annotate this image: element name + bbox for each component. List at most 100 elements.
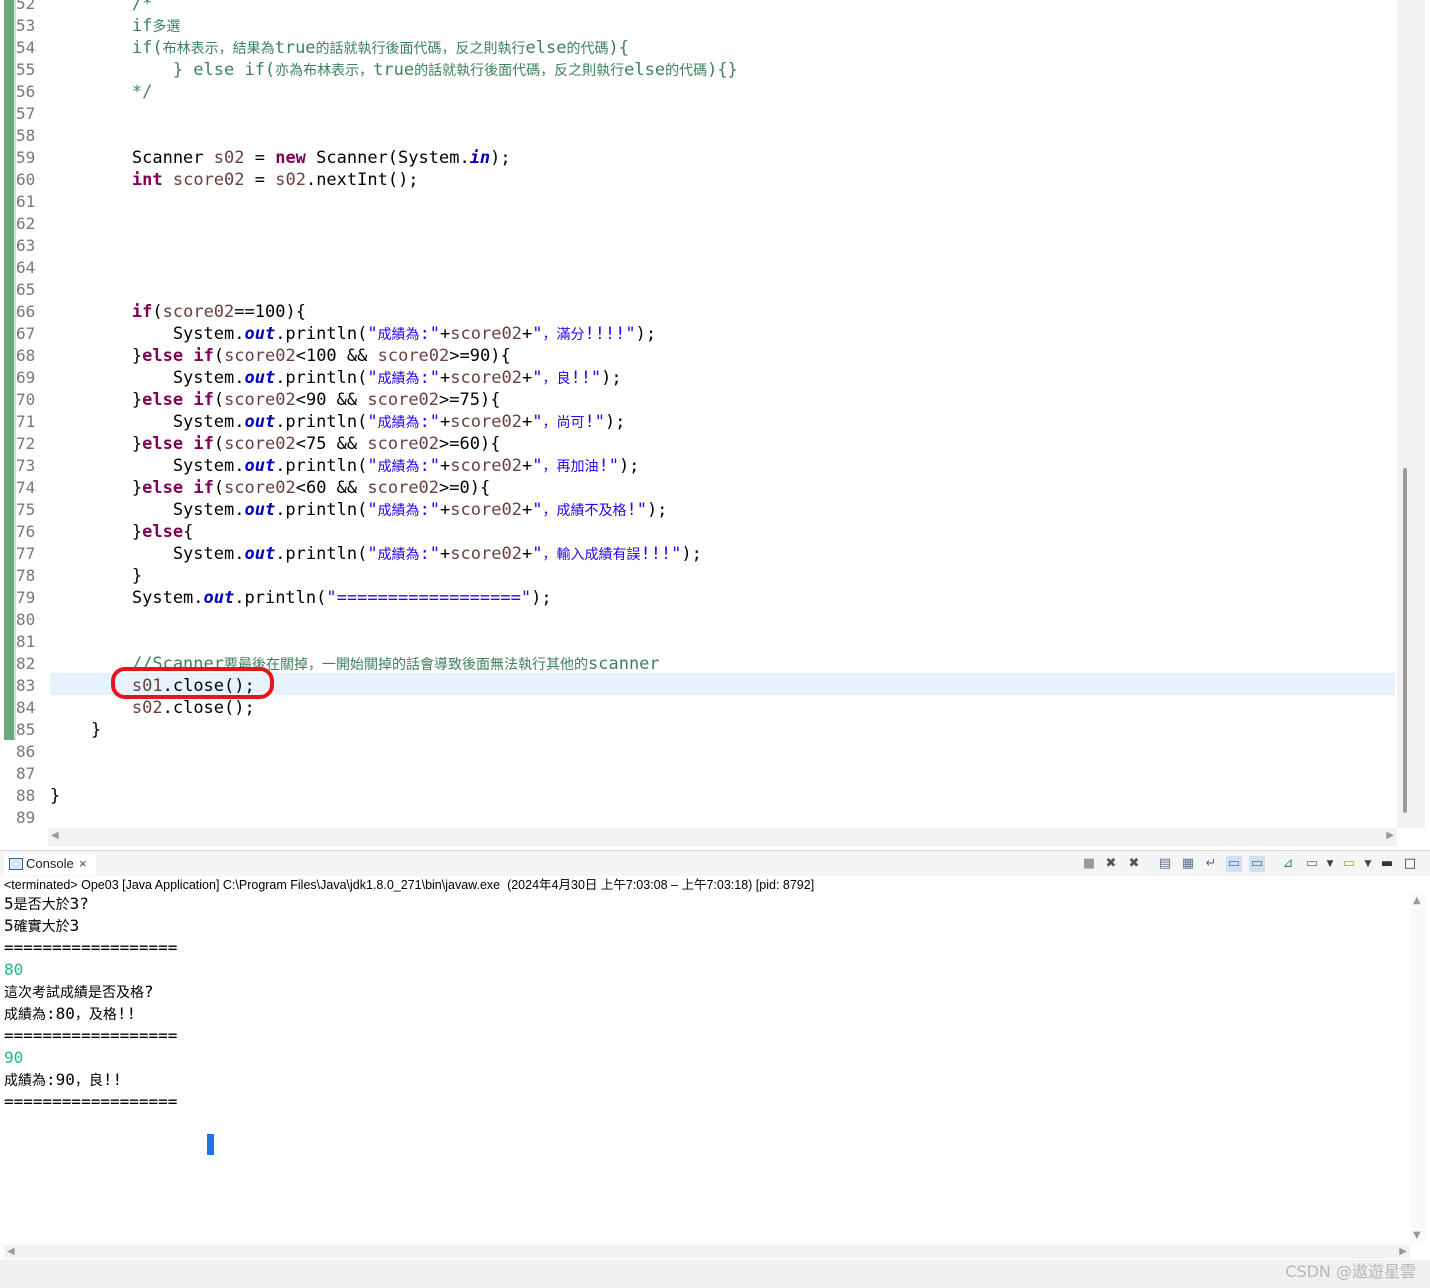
scroll-right-icon[interactable]: ▶ — [1399, 1246, 1407, 1257]
code-token: + — [521, 544, 533, 564]
line-number-gutter[interactable]: 52 53 54 55 56 57 58 59 60 61 62 63 64 65 66 67 68 69 70 71… — [16, 0, 48, 828]
code-token: + — [440, 544, 451, 564]
scroll-up-icon[interactable]: ▲ — [1413, 895, 1421, 906]
code-token: + — [440, 368, 451, 388]
chevron-down-icon[interactable]: ▼ — [1322, 856, 1338, 872]
code-line[interactable]: System.out.println("成績為:"+score02+"，再加油!… — [50, 455, 640, 477]
code-token: >=60){ — [439, 434, 501, 454]
console-horizontal-scrollbar[interactable]: ◀ ▶ — [4, 1245, 1410, 1259]
code-token: if — [193, 434, 214, 454]
open-console-icon[interactable]: ▭ — [1341, 856, 1357, 872]
code-area[interactable]: /* if多選 if(布林表示，結果為true的話就執行後面代碼，反之則執行el… — [50, 0, 1395, 828]
code-line[interactable]: }else if(score02<90 && score02>=75){ — [50, 389, 501, 411]
console-output-line: ================== — [4, 938, 178, 957]
code-token: ); — [681, 544, 702, 564]
code-token: ); — [531, 588, 552, 608]
display-selected-console-icon[interactable]: ▭ — [1304, 856, 1320, 872]
terminate-icon[interactable]: ■ — [1081, 856, 1097, 872]
remove-all-terminated-icon[interactable]: ✖ — [1126, 856, 1142, 872]
code-token: System. — [50, 544, 245, 564]
code-token: if — [193, 478, 214, 498]
editor-vertical-scrollbar[interactable] — [1397, 0, 1425, 828]
code-token: <75 && — [295, 434, 368, 454]
chevron-down-icon[interactable]: ▼ — [1360, 856, 1376, 872]
code-line[interactable]: } else if(亦為布林表示，true的話就執行後面代碼，反之則執行else… — [50, 59, 738, 81]
console-input-line: 90 — [4, 1048, 24, 1067]
code-line[interactable]: } — [50, 785, 60, 807]
code-token: ( — [152, 302, 163, 322]
pin-console-icon[interactable]: ⊿ — [1280, 856, 1296, 872]
code-token: else — [142, 478, 184, 498]
code-line[interactable]: }else if(score02<60 && score02>=0){ — [50, 477, 490, 499]
console-input-line: 80 — [4, 960, 24, 979]
show-on-stderr-icon[interactable]: ▭ — [1249, 856, 1265, 872]
line-number: 70 — [16, 390, 36, 409]
code-token: ); — [646, 500, 668, 520]
code-line[interactable]: } — [50, 565, 142, 587]
code-token: "成績為:" — [367, 412, 441, 432]
close-tab-icon[interactable]: × — [79, 853, 87, 875]
code-line[interactable]: */ — [50, 81, 152, 103]
code-line[interactable]: Scanner s02 = new Scanner(System.in); — [50, 147, 511, 169]
code-token: score02 — [450, 544, 522, 564]
line-number: 76 — [16, 522, 36, 541]
code-token: "，尚可!" — [532, 412, 605, 432]
editor-scroll-thumb[interactable] — [1403, 468, 1407, 813]
code-token: .nextInt(); — [305, 170, 419, 190]
code-token: .println( — [275, 500, 368, 520]
line-number: 81 — [16, 632, 36, 651]
console-output-line: 這次考試成績是否及格? — [4, 982, 154, 1001]
maximize-icon[interactable]: □ — [1402, 856, 1418, 872]
word-wrap-icon[interactable]: ↵ — [1203, 856, 1219, 872]
scroll-down-icon[interactable]: ▼ — [1413, 1230, 1421, 1241]
console-output-line: 成績為:80，及格!! — [4, 1004, 137, 1023]
console-output[interactable]: 5是否大於3? 5確實大於3 ================== 80 這次考試成績是… — [4, 893, 1404, 1243]
editor-horizontal-scrollbar[interactable]: ◀ ▶ — [48, 828, 1397, 846]
code-token: if — [131, 302, 153, 322]
code-line[interactable]: }else{ — [50, 521, 193, 543]
minimize-icon[interactable]: ▬ — [1379, 856, 1395, 872]
code-token: score02 — [450, 500, 522, 520]
code-line[interactable]: if(score02==100){ — [50, 301, 306, 323]
code-line[interactable]: }else if(score02<100 && score02>=90){ — [50, 345, 511, 367]
code-line[interactable]: System.out.println("成績為:"+score02+"，成績不及… — [50, 499, 668, 521]
code-token: out — [244, 412, 276, 432]
line-number: 75 — [16, 500, 36, 519]
code-editor[interactable]: 52 53 54 55 56 57 58 59 60 61 62 63 64 65 66 67 68 69 70 71… — [0, 0, 1430, 848]
show-on-stdout-icon[interactable]: ▭ — [1226, 856, 1242, 872]
code-token: score02 — [224, 346, 296, 366]
code-line[interactable]: s02.close(); — [50, 697, 255, 719]
code-token: } — [50, 390, 143, 410]
line-number: 84 — [16, 698, 36, 717]
code-token: "，滿分!!!!" — [532, 324, 636, 344]
code-line[interactable]: if多選 — [50, 15, 180, 37]
code-line[interactable]: System.out.println("成績為:"+score02+"，尚可!"… — [50, 411, 626, 433]
code-line[interactable]: int score02 = s02.nextInt(); — [50, 169, 419, 191]
scroll-right-icon[interactable]: ▶ — [1386, 830, 1394, 841]
code-line[interactable]: System.out.println("成績為:"+score02+"，輸入成績… — [50, 543, 702, 565]
clear-console-icon[interactable]: ▤ — [1157, 856, 1173, 872]
tab-console[interactable]: Console × — [4, 853, 96, 875]
console-vertical-scrollbar[interactable]: ▲ ▼ — [1410, 893, 1426, 1243]
code-token: + — [440, 412, 451, 432]
remove-launch-icon[interactable]: ✖ — [1103, 856, 1119, 872]
code-token: } else if(亦為布林表示，true的話就執行後面代碼，反之則執行else… — [50, 60, 738, 80]
code-line[interactable]: System.out.println("成績為:"+score02+"，滿分!!… — [50, 323, 656, 345]
code-line[interactable]: System.out.println("==================")… — [50, 587, 552, 609]
scroll-lock-icon[interactable]: ▦ — [1180, 856, 1196, 872]
line-number: 52 — [16, 0, 36, 13]
watermark: CSDN @遨遊星雲 — [1285, 1262, 1416, 1281]
code-line[interactable]: System.out.println("成績為:"+score02+"，良!!"… — [50, 367, 622, 389]
scroll-left-icon[interactable]: ◀ — [7, 1246, 15, 1257]
code-token: ( — [213, 478, 225, 498]
line-number: 56 — [16, 82, 36, 101]
code-line[interactable]: /* — [50, 0, 152, 15]
code-line[interactable]: }else if(score02<75 && score02>=60){ — [50, 433, 501, 455]
code-token: + — [440, 456, 451, 476]
code-line[interactable]: if(布林表示，結果為true的話就執行後面代碼，反之則執行else的代碼){ — [50, 37, 629, 59]
code-token: "成績為:" — [367, 368, 441, 388]
scroll-left-icon[interactable]: ◀ — [51, 830, 59, 841]
code-token: + — [521, 456, 533, 476]
code-token: } — [50, 346, 143, 366]
code-line[interactable]: } — [50, 719, 101, 741]
